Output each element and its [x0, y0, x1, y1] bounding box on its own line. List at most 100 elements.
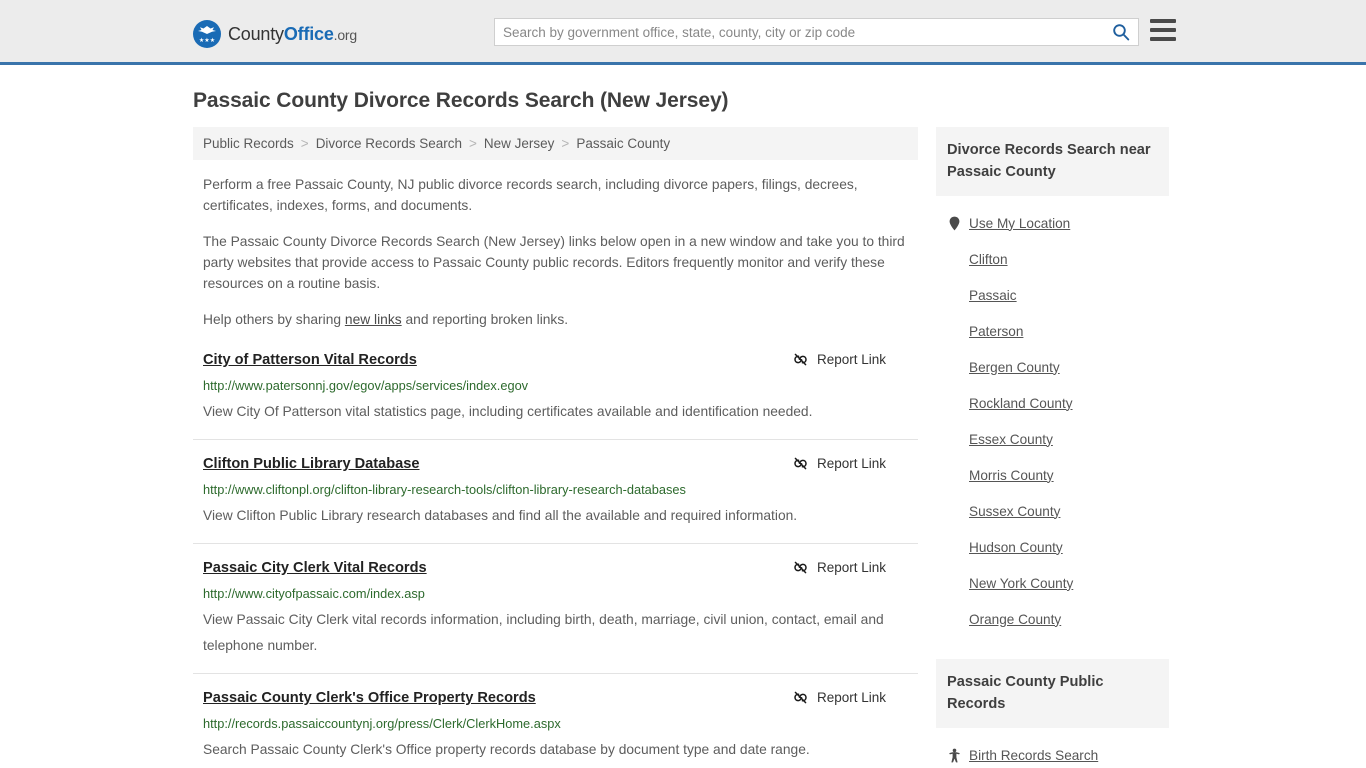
result-item: Passaic City Clerk Vital Records Report L… [193, 558, 918, 674]
result-url[interactable]: http://www.cityofpassaic.com/index.asp [203, 585, 918, 602]
result-item: City of Patterson Vital Records Report Li… [193, 350, 918, 440]
broken-link-icon [794, 561, 807, 574]
sidebar-nearby-list: Use My Location Clifton Passaic Paterson Ber… [936, 205, 1169, 637]
result-url[interactable]: http://www.cliftonpl.org/clifton-library… [203, 481, 918, 498]
sidebar-nearby-heading: Divorce Records Search near Passaic Coun… [936, 127, 1169, 196]
sidebar-nearby-link[interactable]: New York County [969, 576, 1073, 591]
result-header: City of Patterson Vital Records Report Li… [203, 350, 918, 370]
report-link-label: Report Link [816, 456, 886, 471]
sidebar-nearby-item[interactable]: Clifton [936, 241, 1169, 277]
report-link-label: Report Link [816, 352, 886, 367]
result-header: Clifton Public Library Database Report Li… [203, 454, 918, 474]
intro-paragraph-2: The Passaic County Divorce Records Searc… [203, 234, 905, 291]
sidebar-nearby-link[interactable]: Paterson [969, 324, 1023, 339]
result-item: Clifton Public Library Database Report Li… [193, 454, 918, 544]
intro-text-before: Help others by sharing [203, 312, 345, 327]
sidebar-nearby-item[interactable]: Passaic [936, 277, 1169, 313]
search-bar[interactable] [494, 18, 1139, 46]
map-pin-icon [947, 216, 961, 231]
result-description: Search Passaic County Clerk's Office pro… [203, 742, 810, 757]
sidebar-nearby-item[interactable]: Orange County [936, 601, 1169, 637]
intro-text-after: and reporting broken links. [401, 312, 569, 327]
breadcrumb-item[interactable]: New Jersey [484, 136, 555, 151]
sidebar-nearby-link[interactable]: Bergen County [969, 360, 1060, 375]
intro-paragraph-3: Help others by sharing new links and rep… [203, 309, 918, 330]
sidebar-nearby-item[interactable]: Hudson County [936, 529, 1169, 565]
sidebar-nearby-link[interactable]: Use My Location [969, 216, 1070, 231]
page-body: Passaic County Divorce Records Search (N… [0, 89, 1366, 768]
brand-suffix: .org [333, 26, 358, 43]
breadcrumb-item[interactable]: Passaic County [576, 136, 670, 151]
breadcrumb: Public Records > Divorce Records Search > Ne… [193, 127, 918, 160]
brand-wordmark: CountyOffice.org [228, 24, 357, 45]
search-input[interactable] [495, 19, 1104, 45]
page-title: Passaic County Divorce Records Search (N… [193, 89, 729, 112]
result-list: City of Patterson Vital Records Report Li… [193, 350, 918, 768]
eagle-glyph [198, 26, 216, 34]
breadcrumb-item[interactable]: Divorce Records Search [316, 136, 462, 151]
sidebar-nearby-item[interactable]: Morris County [936, 457, 1169, 493]
sidebar-nearby-item[interactable]: Sussex County [936, 493, 1169, 529]
sidebar-public-records-item[interactable]: Birth Records Search [936, 737, 1169, 768]
sidebar-public-records-link[interactable]: Birth Records Search [969, 748, 1098, 763]
sidebar-nearby-link[interactable]: Rockland County [969, 396, 1073, 411]
brand-prefix: County [228, 23, 284, 44]
report-link-button[interactable]: Report Link [792, 559, 886, 576]
result-description: View Passaic City Clerk vital records in… [203, 612, 884, 653]
result-title-link[interactable]: City of Patterson Vital Records [203, 350, 417, 370]
breadcrumb-separator: > [300, 136, 309, 151]
sidebar-nearby-link[interactable]: Orange County [969, 612, 1061, 627]
sidebar-nearby-link[interactable]: Essex County [969, 432, 1053, 447]
sidebar-nearby-link[interactable]: Passaic [969, 288, 1017, 303]
sidebar-public-records-list: Birth Records SearchDeath Records Search [936, 737, 1169, 768]
result-title-link[interactable]: Passaic City Clerk Vital Records [203, 558, 427, 578]
report-link-button[interactable]: Report Link [792, 689, 886, 706]
breadcrumb-separator: > [469, 136, 477, 151]
sidebar-public-records-heading: Passaic County Public Records [936, 659, 1169, 728]
sidebar-public-records-section: Passaic County Public Records Birth Reco… [936, 659, 1169, 768]
breadcrumb-separator: > [561, 136, 570, 151]
new-links-link[interactable]: new links [345, 312, 402, 327]
site-logo[interactable]: ★★★ CountyOffice.org [193, 20, 357, 48]
sidebar-nearby-item[interactable]: Essex County [936, 421, 1169, 457]
result-description: View Clifton Public Library research dat… [203, 508, 798, 523]
sidebar-nearby-item[interactable]: New York County [936, 565, 1169, 601]
site-header: ★★★ CountyOffice.org [0, 0, 1366, 65]
sidebar-nearby-link[interactable]: Morris County [969, 468, 1054, 483]
search-button[interactable] [1104, 19, 1138, 45]
sidebar-nearby-link[interactable]: Hudson County [969, 540, 1063, 555]
result-description: View City Of Patterson vital statistics … [203, 404, 813, 419]
broken-link-icon [794, 457, 807, 470]
search-icon [1113, 24, 1130, 41]
baby-icon [947, 748, 961, 763]
hamburger-menu-button[interactable] [1150, 19, 1176, 41]
main-content: Public Records > Divorce Records Search > Ne… [193, 127, 918, 768]
report-link-label: Report Link [816, 560, 886, 575]
sidebar-nearby-link[interactable]: Clifton [969, 252, 1008, 267]
sidebar-nearby-item[interactable]: Use My Location [936, 205, 1169, 241]
broken-link-icon [794, 353, 807, 366]
sidebar: Divorce Records Search near Passaic Coun… [936, 127, 1169, 768]
result-title-link[interactable]: Passaic County Clerk's Office Property R… [203, 688, 536, 708]
result-url[interactable]: http://www.patersonnj.gov/egov/apps/serv… [203, 377, 918, 394]
hamburger-bar [1150, 19, 1176, 23]
intro-paragraph-1: Perform a free Passaic County, NJ public… [203, 177, 858, 213]
result-item: Passaic County Clerk's Office Property R… [193, 688, 918, 768]
report-link-label: Report Link [816, 690, 886, 705]
sidebar-nearby-item[interactable]: Bergen County [936, 349, 1169, 385]
sidebar-nearby-link[interactable]: Sussex County [969, 504, 1060, 519]
result-url[interactable]: http://records.passaiccountynj.org/press… [203, 715, 918, 732]
broken-link-icon [794, 691, 807, 704]
sidebar-nearby-item[interactable]: Rockland County [936, 385, 1169, 421]
countyoffice-logo-icon: ★★★ [193, 20, 221, 48]
result-title-link[interactable]: Clifton Public Library Database [203, 454, 420, 474]
result-header: Passaic County Clerk's Office Property R… [203, 688, 918, 708]
report-link-button[interactable]: Report Link [792, 455, 886, 472]
sidebar-nearby-item[interactable]: Paterson [936, 313, 1169, 349]
hamburger-bar [1150, 28, 1176, 32]
sidebar-nearby-section: Divorce Records Search near Passaic Coun… [936, 127, 1169, 637]
report-link-button[interactable]: Report Link [792, 351, 886, 368]
hamburger-bar [1150, 37, 1176, 41]
breadcrumb-item[interactable]: Public Records [203, 136, 294, 151]
result-header: Passaic City Clerk Vital Records Report L… [203, 558, 918, 578]
